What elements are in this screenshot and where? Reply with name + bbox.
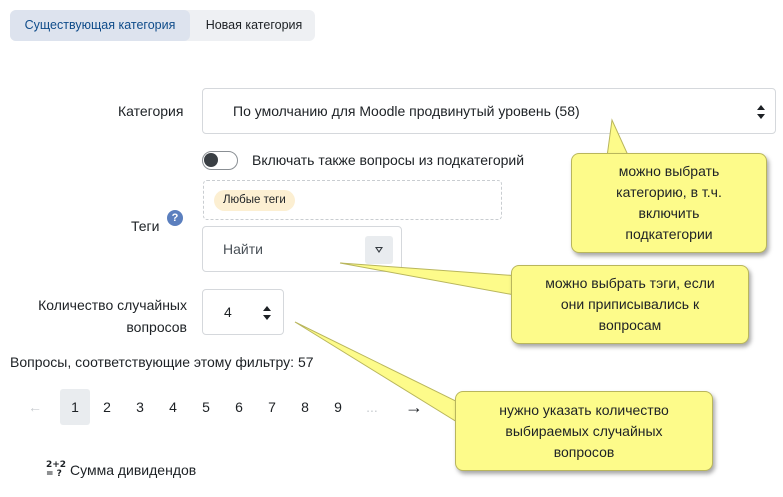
callout-category-line1: можно выбрать xyxy=(618,163,720,179)
category-select-value: По умолчанию для Moodle продвинутый уров… xyxy=(233,103,580,119)
tab-existing-category[interactable]: Существующая категория xyxy=(10,10,190,41)
random-count-label: Количество случайных вопросов xyxy=(32,294,187,338)
include-subcategories-toggle[interactable] xyxy=(202,151,238,170)
category-label: Категория xyxy=(118,103,184,119)
select-arrows-icon xyxy=(757,105,765,119)
callout-tags-note: можно выбрать тэги, если они приписывали… xyxy=(511,265,749,344)
page-link[interactable]: 8 xyxy=(290,389,320,425)
include-subcategories-label: Включать также вопросы из подкатегорий xyxy=(252,152,525,168)
callout-tags-line1: можно выбрать тэги, если xyxy=(545,275,715,291)
page-link[interactable]: 9 xyxy=(323,389,353,425)
toggle-knob xyxy=(204,153,218,167)
select-arrows-icon xyxy=(263,306,271,320)
tag-pill-any[interactable]: Любые теги xyxy=(214,190,295,211)
random-count-label-line1: Количество случайных xyxy=(38,297,187,313)
callout-count-line2: выбираемых случайных xyxy=(505,422,663,439)
category-select[interactable]: По умолчанию для Moodle продвинутый уров… xyxy=(202,88,776,134)
pagination-ellipsis: ... xyxy=(366,399,378,415)
question-title: Сумма дивидендов xyxy=(70,462,197,478)
callout-count-note: нужно указать количество выбираемых случ… xyxy=(455,391,713,471)
callout-count-line1: нужно указать количество xyxy=(499,401,669,418)
page-link[interactable]: 6 xyxy=(224,389,254,425)
dropdown-arrow-icon[interactable] xyxy=(365,236,393,264)
callout-tags-line2: они приписывались к xyxy=(560,296,700,312)
random-count-label-line2: вопросов xyxy=(126,319,187,335)
tags-search-placeholder: Найти xyxy=(223,241,263,257)
callout-tags-line3: вопросам xyxy=(598,317,662,333)
prev-page-arrow-icon[interactable]: ← xyxy=(20,389,50,425)
question-icon-bottom: = ? xyxy=(46,469,62,479)
callout-category-line3: включить xyxy=(638,205,700,221)
selected-tags-area: Любые теги xyxy=(203,180,502,220)
callout-category-line4: подкатегории xyxy=(625,226,713,242)
page-link[interactable]: 3 xyxy=(125,389,155,425)
category-tabs: Существующая категория Новая категория xyxy=(10,10,315,41)
callout-category-line2: категорию, в т.ч. xyxy=(616,184,722,200)
page-link[interactable]: 4 xyxy=(158,389,188,425)
tags-label: Теги xyxy=(131,218,160,234)
page-link[interactable]: 2 xyxy=(92,389,122,425)
page-link[interactable]: 1 xyxy=(60,389,90,425)
calculated-question-icon: 2+2 = ? xyxy=(46,461,66,479)
filter-summary: Вопросы, соответствующие этому фильтру: … xyxy=(10,354,314,370)
random-count-select[interactable]: 4 xyxy=(202,289,284,335)
tags-search-input[interactable]: Найти xyxy=(202,226,402,272)
callout-count-line3: вопросов xyxy=(553,443,615,460)
page-link[interactable]: 5 xyxy=(191,389,221,425)
help-icon[interactable]: ? xyxy=(167,210,183,226)
callout-category-note: можно выбрать категорию, в т.ч. включить… xyxy=(571,153,767,253)
random-count-value: 4 xyxy=(224,304,232,320)
tab-new-category[interactable]: Новая категория xyxy=(193,10,315,41)
page-link[interactable]: 7 xyxy=(257,389,287,425)
next-page-arrow-icon[interactable]: → xyxy=(399,389,429,425)
